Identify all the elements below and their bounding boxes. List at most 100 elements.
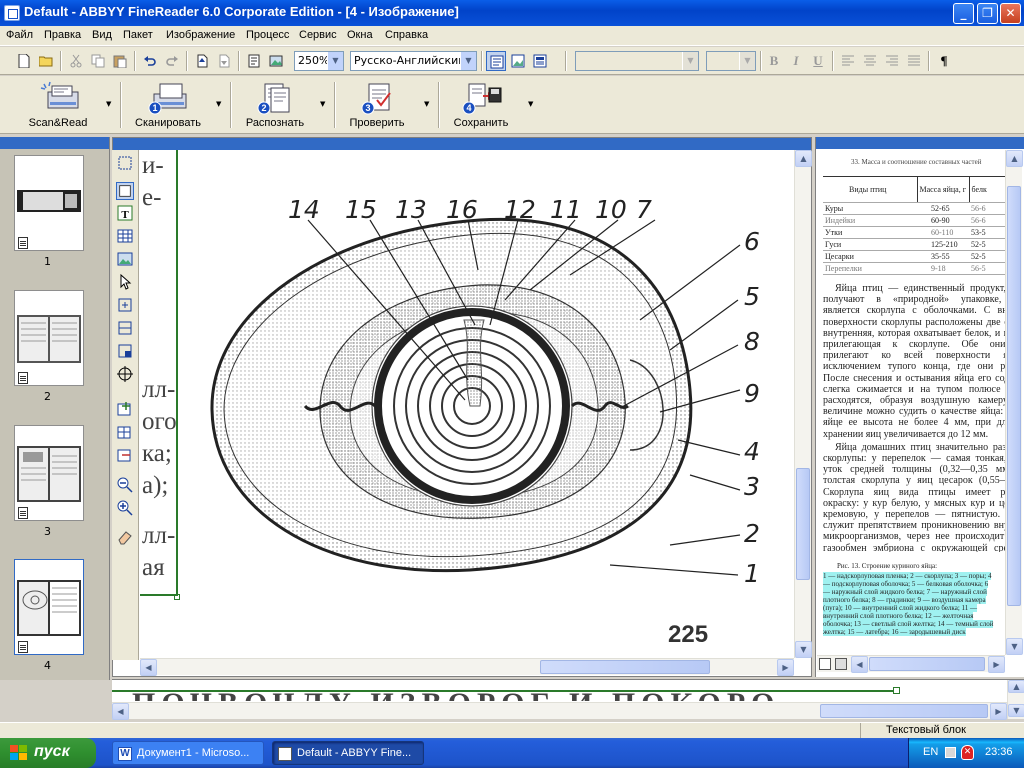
zoom-select[interactable]: 250% ▼ [294,51,344,71]
align-left-button[interactable] [838,51,858,71]
chevron-down-icon[interactable]: ▼ [682,52,698,70]
scroll-thumb[interactable] [540,660,710,674]
check-button[interactable]: 3 Проверить [339,78,415,132]
chevron-down-icon[interactable]: ▼ [528,100,533,108]
pointer-icon[interactable] [116,273,134,291]
resize-area-icon[interactable] [116,342,134,360]
menu-batch[interactable]: Пакет [119,28,157,42]
scroll-left-button[interactable]: ◀ [140,659,157,676]
bold-button[interactable]: B [764,51,784,71]
menu-edit[interactable]: Правка [40,28,85,42]
chevron-down-icon[interactable]: ▼ [216,100,221,108]
remove-block-icon[interactable] [116,446,134,464]
crosshair-icon[interactable] [116,365,134,383]
recognized-text[interactable]: 33. Масса и соотношение составных частей… [817,150,1005,655]
zoom-out-icon[interactable] [116,476,134,494]
normal-view-icon[interactable] [819,658,831,670]
eraser-icon[interactable] [116,528,134,546]
zoom-horizontal-scrollbar[interactable]: ◀ ▶ [112,702,1007,720]
title-bar[interactable]: Default - ABBYY FineReader 6.0 Corporate… [0,0,1024,26]
align-center-button[interactable] [860,51,880,71]
chevron-down-icon[interactable]: ▼ [327,52,343,70]
add-area-icon[interactable] [116,296,134,314]
underline-button[interactable]: U [808,51,828,71]
scroll-down-button[interactable]: ▼ [1008,704,1024,717]
previous-page-button[interactable] [192,51,212,71]
new-button[interactable] [14,51,34,71]
scroll-left-button[interactable]: ◀ [851,656,868,673]
add-block-icon[interactable] [116,400,134,418]
properties-button[interactable] [244,51,264,71]
text-view-button[interactable] [486,51,506,71]
scan-button[interactable]: 1 Сканировать [125,78,211,132]
taskbar-item-finereader[interactable]: Default - ABBYY Fine... [272,741,424,765]
scan-read-button[interactable]: Scan&Read [14,78,102,132]
menu-help[interactable]: Справка [381,28,432,42]
chevron-down-icon[interactable]: ▼ [739,52,755,70]
security-shield-icon[interactable]: ✕ [961,745,974,760]
scroll-right-button[interactable]: ▶ [988,656,1005,673]
copy-button[interactable] [88,51,108,71]
select-area-icon[interactable] [116,154,134,172]
picture-area-icon[interactable] [116,250,134,268]
scroll-up-button[interactable]: ▲ [1006,150,1023,167]
justify-button[interactable] [904,51,924,71]
menu-windows[interactable]: Окна [343,28,377,42]
language-indicator[interactable]: EN [923,746,938,758]
redo-button[interactable] [162,51,182,71]
zoom-pane[interactable]: ПОЧВОЧЛУ ИЗВОРОГ И ПОКОРО ◀ ▶ ▲ ▼ [112,679,1024,720]
maximize-button[interactable]: ❐ [977,3,998,24]
close-button[interactable]: ✕ [1000,3,1021,24]
scroll-right-button[interactable]: ▶ [990,703,1007,720]
scroll-thumb[interactable] [796,468,810,580]
taskbar-item-word[interactable]: W Документ1 - Microso... [112,741,264,765]
add-cell-icon[interactable] [116,423,134,441]
font-name-select[interactable]: ▼ [575,51,699,71]
next-page-button[interactable] [214,51,234,71]
scroll-thumb[interactable] [820,704,988,718]
undo-button[interactable] [140,51,160,71]
scroll-down-button[interactable]: ▼ [795,641,812,658]
text-area-icon[interactable]: T [116,204,134,222]
scroll-thumb[interactable] [869,657,985,671]
image-horizontal-scrollbar[interactable]: ◀ ▶ [140,658,794,676]
image-properties-button[interactable] [266,51,286,71]
chevron-down-icon[interactable]: ▼ [460,52,476,70]
menu-tools[interactable]: Сервис [295,28,341,42]
chevron-down-icon[interactable]: ▼ [320,100,325,108]
cut-area-icon[interactable] [116,319,134,337]
show-marks-button[interactable]: ¶ [934,51,954,71]
align-right-button[interactable] [882,51,902,71]
recognize-button[interactable]: 2 Распознать [235,78,315,132]
menu-process[interactable]: Процесс [242,28,293,42]
start-button[interactable]: пуск [0,738,96,768]
image-vertical-scrollbar[interactable]: ▲ ▼ [794,150,812,658]
paste-button[interactable] [110,51,130,71]
menu-view[interactable]: Вид [88,28,116,42]
chevron-down-icon[interactable]: ▼ [106,100,111,108]
recognition-area-icon[interactable] [116,182,134,200]
cut-button[interactable] [66,51,86,71]
scroll-left-button[interactable]: ◀ [112,703,129,720]
table-area-icon[interactable] [116,227,134,245]
save-button[interactable]: 4 Сохранить [443,78,519,132]
scroll-thumb[interactable] [1007,186,1021,606]
italic-button[interactable]: I [786,51,806,71]
network-icon[interactable] [945,747,956,758]
zoom-vertical-scrollbar[interactable]: ▲ ▼ [1007,680,1024,719]
chevron-down-icon[interactable]: ▼ [424,100,429,108]
scroll-up-button[interactable]: ▲ [795,150,812,167]
scroll-up-button[interactable]: ▲ [1008,680,1024,693]
menu-file[interactable]: Файл [2,28,37,42]
scroll-down-button[interactable]: ▼ [1006,638,1023,655]
font-size-select[interactable]: ▼ [706,51,756,71]
frame-handle[interactable] [893,687,900,694]
language-select[interactable]: Русско-Английский ▼ [350,51,477,71]
image-view-button[interactable] [508,51,528,71]
text-horizontal-scrollbar[interactable]: ◀ ▶ [817,655,1005,673]
image-canvas[interactable]: и- е- лл- ого ка; а); лл- ая 14 15 13 16… [140,150,794,658]
menu-image[interactable]: Изображение [162,28,239,42]
zoom-in-icon[interactable] [116,499,134,517]
app-icon[interactable] [4,5,20,21]
page-view-icon[interactable] [835,658,847,670]
